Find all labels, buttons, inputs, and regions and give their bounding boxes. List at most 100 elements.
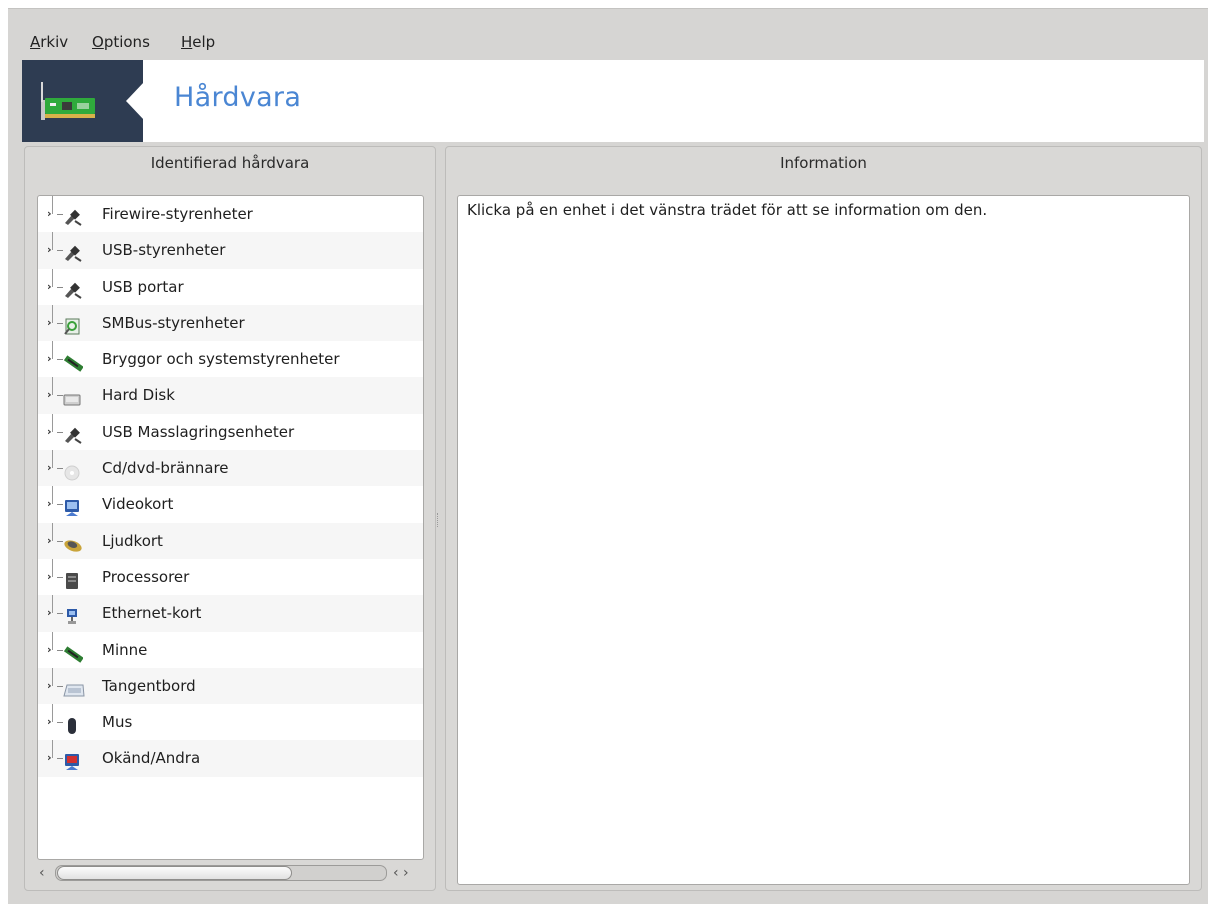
hardware-card-icon	[22, 60, 143, 142]
usb-plug-icon	[63, 278, 82, 299]
banner-notch	[126, 82, 144, 120]
tree-item-label: Okänd/Andra	[102, 749, 201, 768]
identified-hardware-title: Identifierad hårdvara	[150, 154, 310, 172]
information-title: Information	[780, 154, 867, 172]
tree-list: › Firewire-styrenheter › USB-styrenheter › US…	[38, 196, 423, 777]
monitor-icon	[63, 495, 81, 517]
expand-arrow-icon[interactable]: ›	[47, 450, 52, 486]
tree-item[interactable]: › Tangentbord	[38, 667, 423, 705]
horizontal-scrollbar[interactable]: ‹ ‹ ›	[37, 863, 422, 883]
tree-guide-line	[52, 486, 53, 505]
tree-guide-line	[52, 304, 53, 323]
tree-guide-line	[52, 558, 53, 577]
expand-arrow-icon[interactable]: ›	[47, 595, 52, 631]
tree-item-label: Tangentbord	[102, 676, 196, 695]
expand-arrow-icon[interactable]: ›	[47, 377, 52, 413]
tree-guide-line	[52, 704, 53, 723]
tree-guide-line	[52, 667, 53, 686]
unknown-device-icon	[63, 749, 81, 771]
expand-arrow-icon[interactable]: ›	[47, 632, 52, 668]
expand-arrow-icon[interactable]: ›	[47, 704, 52, 740]
application-window: Arkiv Options Help Hårdvara Identifierad…	[8, 8, 1208, 904]
menu-options[interactable]: Options	[92, 33, 150, 51]
tree-item-label: Firewire-styrenheter	[102, 205, 253, 223]
menu-help[interactable]: Help	[181, 33, 215, 51]
tree-item-label: USB Masslagringsenheter	[102, 422, 295, 441]
hardware-tree[interactable]: › Firewire-styrenheter › USB-styrenheter › US…	[37, 195, 424, 860]
tree-item[interactable]: › Minne	[38, 631, 423, 668]
optical-disc-icon	[63, 459, 81, 481]
menu-options-label: ptions	[103, 33, 150, 51]
memory-module-icon	[63, 641, 84, 663]
expand-arrow-icon[interactable]: ›	[47, 414, 52, 450]
menu-help-mnemonic: H	[181, 33, 193, 51]
identified-hardware-panel: Identifierad hårdvara › Firewire-styrenhe…	[24, 146, 436, 891]
tree-item[interactable]: › Bryggor och systemstyrenheter	[38, 341, 423, 377]
tree-item[interactable]: › USB Masslagringsenheter	[38, 413, 423, 450]
tree-guide-line	[52, 341, 53, 360]
menu-arkiv[interactable]: Arkiv	[30, 33, 68, 51]
expand-arrow-icon[interactable]: ›	[47, 523, 52, 559]
tree-guide-line	[52, 413, 53, 432]
tree-item[interactable]: › Processorer	[38, 558, 423, 595]
expand-arrow-icon[interactable]: ›	[47, 269, 52, 305]
information-text: Klicka på en enhet i det vänstra trädet …	[467, 201, 988, 219]
memory-module-icon	[63, 350, 84, 372]
usb-plug-icon	[63, 205, 82, 226]
page-title: Hårdvara	[174, 82, 302, 113]
tree-guide-line	[52, 232, 53, 251]
tree-item-label: Videokort	[102, 495, 174, 514]
tree-item[interactable]: › Cd/dvd-brännare	[38, 450, 423, 487]
tree-item-label: Minne	[102, 640, 148, 659]
tree-item-label: Bryggor och systemstyrenheter	[102, 350, 340, 369]
hard-disk-icon	[63, 386, 81, 406]
tree-item-label: Processorer	[102, 567, 190, 586]
tree-item[interactable]: › Ljudkort	[38, 522, 423, 559]
expand-arrow-icon[interactable]: ›	[47, 196, 52, 232]
tree-item-label: Hard Disk	[102, 386, 175, 405]
tree-guide-line	[52, 196, 53, 214]
splitter-handle[interactable]	[437, 513, 440, 527]
tree-guide-line	[52, 450, 53, 469]
tree-guide-line	[52, 522, 53, 541]
menu-options-mnemonic: O	[92, 33, 104, 51]
smbus-icon	[63, 314, 81, 335]
tree-item[interactable]: › Okänd/Andra	[38, 740, 423, 777]
tree-item[interactable]: › Mus	[38, 704, 423, 740]
mouse-icon	[63, 713, 81, 735]
expand-arrow-icon[interactable]: ›	[47, 559, 52, 595]
tree-item-label: USB-styrenheter	[102, 241, 226, 260]
usb-plug-icon	[63, 241, 82, 263]
scroll-left-icon[interactable]: ‹	[39, 863, 45, 883]
expand-arrow-icon[interactable]: ›	[47, 232, 52, 268]
tree-item[interactable]: › Firewire-styrenheter	[38, 196, 423, 232]
speaker-icon	[63, 532, 82, 552]
scroll-arrows-icon[interactable]: ‹ ›	[393, 863, 409, 883]
tree-item[interactable]: › USB portar	[38, 268, 423, 305]
keyboard-icon	[63, 677, 85, 697]
expand-arrow-icon[interactable]: ›	[47, 486, 52, 522]
tree-item-label: Ethernet-kort	[102, 604, 202, 623]
expand-arrow-icon[interactable]: ›	[47, 668, 52, 704]
expand-arrow-icon[interactable]: ›	[47, 341, 52, 377]
menu-help-label: elp	[192, 33, 216, 51]
information-panel: Information Klicka på en enhet i det vän…	[445, 146, 1202, 891]
network-icon	[63, 604, 81, 625]
menu-bar: Arkiv Options Help	[8, 9, 1208, 59]
tree-item[interactable]: › Hard Disk	[38, 377, 423, 414]
tree-item[interactable]: › Ethernet-kort	[38, 595, 423, 632]
usb-plug-icon	[63, 423, 82, 444]
tree-guide-line	[52, 740, 53, 759]
expand-arrow-icon[interactable]: ›	[47, 740, 52, 776]
menu-arkiv-mnemonic: A	[30, 33, 41, 51]
cpu-icon	[63, 568, 81, 589]
tree-item[interactable]: › Videokort	[38, 486, 423, 522]
menu-arkiv-label: rkiv	[40, 33, 69, 51]
expand-arrow-icon[interactable]: ›	[47, 305, 52, 341]
scrollbar-thumb[interactable]	[57, 866, 292, 880]
tree-item-label: Cd/dvd-brännare	[102, 459, 229, 478]
tree-item[interactable]: › SMBus-styrenheter	[38, 304, 423, 342]
tree-guide-line	[52, 377, 53, 396]
tree-item[interactable]: › USB-styrenheter	[38, 232, 423, 269]
information-body: Klicka på en enhet i det vänstra trädet …	[457, 195, 1190, 885]
